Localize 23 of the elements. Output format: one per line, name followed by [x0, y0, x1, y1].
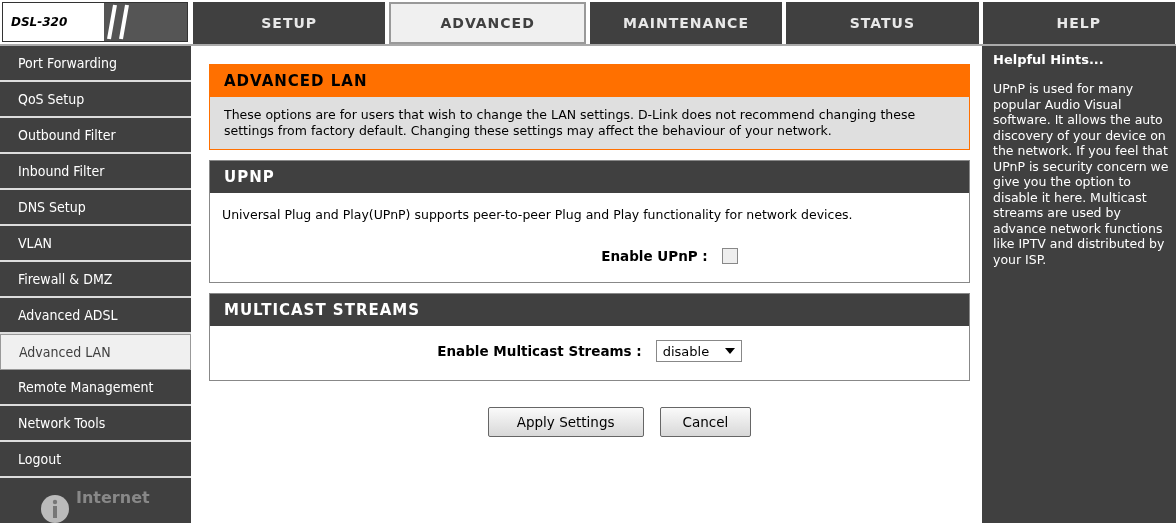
section-title: ADVANCED LAN: [210, 65, 969, 97]
section-title: MULTICAST STREAMS: [210, 294, 969, 326]
model-name: DSL-320: [10, 15, 69, 29]
nav-tab[interactable]: MAINTENANCE: [589, 2, 783, 44]
sidebar-item[interactable]: Advanced LAN: [0, 334, 191, 370]
section-title: UPNP: [210, 161, 969, 193]
multicast-label: Enable Multicast Streams :: [437, 343, 642, 359]
caret-icon: [724, 348, 735, 354]
nav-tab[interactable]: HELP: [982, 2, 1176, 44]
hints-text: UPnP is used for many popular Audio Visual software. It allows the auto discovery of your device on the network. If you feel that UPnP is security concern we give you the option to disable it here. Multicast streams are used by advance network functions like IPTV and distributed by your ISP.: [993, 81, 1170, 267]
action-button[interactable]: Apply Settings: [487, 407, 644, 437]
nav-tab[interactable]: STATUS: [786, 2, 979, 44]
info-icon: [40, 494, 70, 523]
nav-tab[interactable]: ADVANCED: [389, 2, 586, 44]
hints-title: Helpful Hints...: [993, 52, 1105, 67]
intro-text: These options are for users that wish to change the LAN settings. D-Link does not recommend changing these settings from factory default. Changing these settings may affect the behaviour of your network.: [223, 106, 917, 140]
nav-tab[interactable]: SETUP: [193, 2, 386, 44]
multicast-select[interactable]: disable: [655, 340, 742, 362]
upnp-checkbox[interactable]: [721, 248, 738, 264]
badge-text: Internet: [76, 488, 150, 507]
upnp-description: Universal Plug and Play(UPnP) supports peer-to-peer Plug and Play functionality for network devices.: [221, 206, 854, 222]
upnp-label: Enable UPnP :: [601, 248, 708, 264]
action-button[interactable]: Cancel: [659, 407, 752, 437]
